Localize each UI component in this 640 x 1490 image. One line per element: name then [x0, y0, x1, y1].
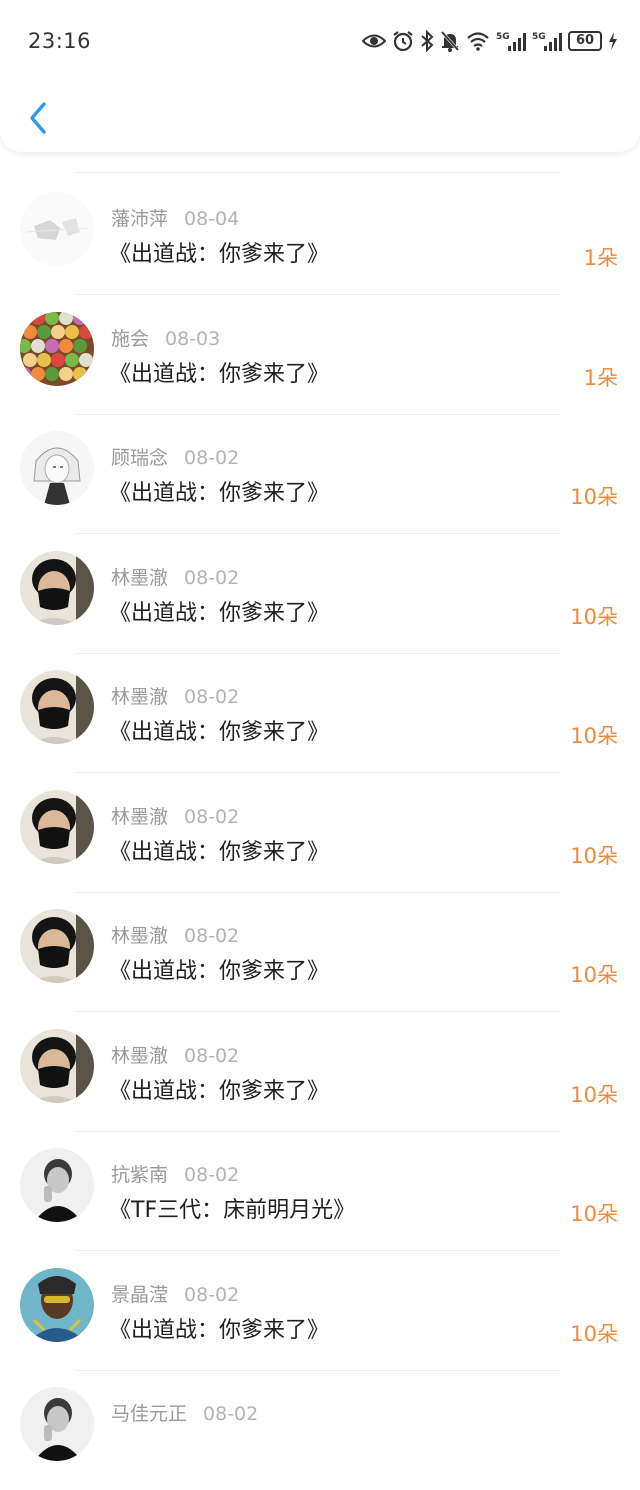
- avatar[interactable]: [20, 909, 94, 983]
- gift-date: 08-02: [184, 447, 240, 469]
- list-item[interactable]: 景晶滢 08-02 《出道战：你爹来了》 10朵: [0, 1252, 640, 1371]
- gift-date: 08-02: [184, 686, 240, 708]
- user-name: 林墨澈 08-02: [111, 921, 239, 948]
- user-name: 林墨澈 08-02: [111, 802, 239, 829]
- avatar[interactable]: [20, 311, 94, 386]
- user-name-text: 林墨澈: [111, 925, 169, 947]
- avatar[interactable]: [20, 789, 94, 864]
- list-item[interactable]: 林墨澈 08-02 《出道战：你爹来了》 10朵: [0, 1013, 640, 1132]
- user-name: 林墨澈 08-02: [111, 1041, 239, 1068]
- user-name: 施会 08-03: [111, 324, 220, 351]
- book-title: 《出道战：你爹来了》: [109, 839, 330, 865]
- list-item[interactable]: 藩沛萍 08-04 《出道战：你爹来了》 1朵: [0, 176, 640, 295]
- user-name: 抗紫南 08-02: [111, 1160, 239, 1187]
- avatar[interactable]: [20, 1387, 94, 1461]
- flower-count: 10朵: [570, 843, 618, 868]
- signal-5g-icon: 5G: [496, 32, 526, 51]
- user-name-text: 林墨澈: [111, 805, 169, 828]
- divider: [74, 172, 560, 173]
- gift-date: 08-03: [165, 327, 221, 350]
- eye-icon: [362, 34, 386, 48]
- list-item[interactable]: 林墨澈 08-02 《出道战：你爹来了》 10朵: [0, 893, 640, 1012]
- user-name: 林墨澈 08-02: [111, 682, 239, 709]
- user-name: 林墨澈 08-02: [111, 563, 239, 590]
- avatar[interactable]: [20, 670, 94, 744]
- user-name-text: 林墨澈: [111, 566, 169, 589]
- gift-date: 08-02: [184, 566, 240, 589]
- user-name-text: 施会: [111, 327, 150, 350]
- list-item[interactable]: 林墨澈 08-02 《出道战：你爹来了》 10朵: [0, 774, 640, 893]
- book-title: 《出道战：你爹来了》: [109, 600, 330, 626]
- gift-date: 08-02: [184, 1283, 240, 1306]
- book-title: 《TF三代：床前明月光》: [109, 1198, 356, 1223]
- flower-count: 10朵: [570, 963, 618, 987]
- list-item[interactable]: 抗紫南 08-02 《TF三代：床前明月光》 10朵: [0, 1132, 640, 1251]
- bluetooth-icon: [421, 30, 434, 52]
- user-name: 景晶滢 08-02: [111, 1280, 239, 1307]
- book-title: 《出道战：你爹来了》: [109, 242, 330, 267]
- list-item[interactable]: 林墨澈 08-02 《出道战：你爹来了》 10朵: [0, 654, 640, 773]
- book-title: 《出道战：你爹来了》: [109, 1317, 330, 1343]
- charging-icon: [609, 32, 617, 50]
- signal-5g-icon: 5G: [532, 32, 562, 51]
- book-title: 《出道战：你爹来了》: [109, 481, 330, 506]
- book-title: 《出道战：你爹来了》: [109, 720, 330, 745]
- user-name: 顾瑞念 08-02: [111, 443, 239, 470]
- user-name-text: 顾瑞念: [111, 447, 169, 469]
- wifi-icon: [467, 32, 489, 51]
- book-title: 《出道战：你爹来了》: [109, 959, 330, 984]
- status-time: 23:16: [28, 29, 92, 53]
- avatar[interactable]: [20, 550, 94, 625]
- avatar[interactable]: [20, 1148, 94, 1222]
- gift-date: 08-02: [184, 805, 240, 828]
- book-title: 《出道战：你爹来了》: [109, 1078, 330, 1104]
- book-title: 《出道战：你爹来了》: [109, 361, 330, 387]
- flower-count: 10朵: [570, 485, 618, 509]
- status-icons: 5G 5G 60: [362, 28, 618, 54]
- flower-count: 10朵: [570, 1082, 618, 1107]
- mute-bell-icon: [440, 31, 460, 52]
- avatar[interactable]: [20, 1028, 94, 1103]
- back-button[interactable]: [18, 96, 58, 140]
- flower-count: 10朵: [570, 604, 618, 629]
- svg-text:5G: 5G: [496, 32, 510, 42]
- gift-date: 08-02: [184, 1164, 240, 1186]
- svg-text:5G: 5G: [532, 32, 546, 42]
- user-name-text: 林墨澈: [111, 686, 169, 708]
- user-name-text: 林墨澈: [111, 1044, 169, 1067]
- user-name: 马佳元正 08-02: [111, 1399, 258, 1426]
- list-item[interactable]: 顾瑞念 08-02 《出道战：你爹来了》 10朵: [0, 415, 640, 534]
- user-name-text: 藩沛萍: [111, 208, 169, 230]
- flower-count: 1朵: [583, 365, 618, 390]
- gift-date: 08-02: [184, 1044, 240, 1067]
- gift-date: 08-04: [184, 208, 240, 230]
- flower-count: 10朵: [570, 724, 618, 748]
- user-name-text: 景晶滢: [111, 1283, 169, 1306]
- user-name-text: 马佳元正: [111, 1403, 188, 1425]
- gift-date: 08-02: [203, 1403, 259, 1425]
- flower-count: 10朵: [570, 1321, 618, 1346]
- flower-count: 1朵: [583, 246, 618, 270]
- list-item[interactable]: 施会 08-03 《出道战：你爹来了》 1朵: [0, 296, 640, 415]
- alarm-icon: [393, 31, 413, 52]
- gift-date: 08-02: [184, 925, 240, 947]
- user-name: 藩沛萍 08-04: [111, 204, 239, 231]
- chevron-left-icon: [30, 102, 46, 134]
- list-item[interactable]: 林墨澈 08-02 《出道战：你爹来了》 10朵: [0, 535, 640, 654]
- user-name-text: 抗紫南: [111, 1164, 169, 1186]
- avatar[interactable]: [20, 1267, 94, 1342]
- avatar[interactable]: [20, 431, 94, 505]
- status-bar: 23:16 5G 5G 60: [0, 0, 640, 80]
- header: 23:16 5G 5G 60: [0, 0, 640, 152]
- avatar[interactable]: [20, 192, 94, 266]
- flower-count: 10朵: [570, 1202, 618, 1226]
- battery-icon: 60: [568, 31, 602, 51]
- list-item[interactable]: 马佳元正 08-02: [0, 1371, 640, 1490]
